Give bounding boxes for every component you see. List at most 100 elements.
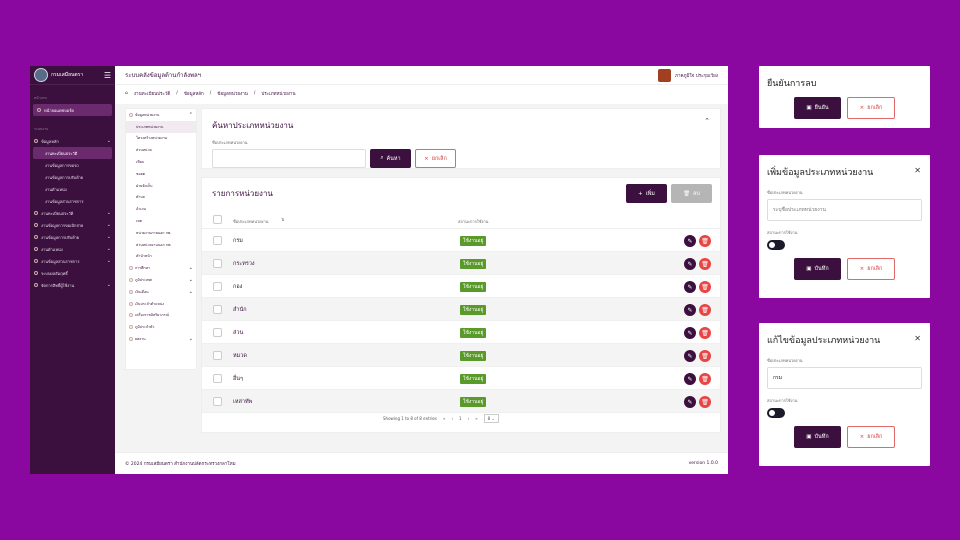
submenu-item[interactable]: ชอยต bbox=[126, 168, 196, 180]
close-icon[interactable]: ✕ bbox=[914, 334, 921, 343]
edit-icon[interactable]: ✎ bbox=[684, 235, 696, 247]
per-page-select[interactable]: 8 ⌄ bbox=[483, 414, 499, 423]
search-input[interactable] bbox=[212, 149, 366, 168]
edit-icon[interactable]: ✎ bbox=[684, 281, 696, 293]
trash-icon[interactable]: 🗑 bbox=[699, 373, 711, 385]
chevron-down-icon: ⌄ bbox=[188, 288, 193, 295]
sidebar-item-performance[interactable]: ระบบผลสัมฤทธิ์ bbox=[30, 267, 115, 279]
status-toggle[interactable] bbox=[767, 408, 785, 418]
submenu-group[interactable]: ยศงาน ⌄ bbox=[126, 333, 196, 345]
prev-page-icon[interactable]: ‹ bbox=[451, 416, 453, 421]
table-row: กรม ใช้งานอยู่ ✎ 🗑 bbox=[202, 229, 720, 252]
breadcrumb-item[interactable]: ข้อมูลหน่วยงาน bbox=[217, 90, 248, 97]
save-button[interactable]: ▣ บันทึก bbox=[794, 258, 841, 280]
search-button[interactable]: ⌕ ค้นหา bbox=[370, 149, 411, 168]
delete-button[interactable]: 🗑 ลบ bbox=[671, 184, 712, 203]
submenu-item[interactable]: ประเภทหน่วยงาน bbox=[126, 120, 196, 133]
sort-icon[interactable]: ⇅ bbox=[281, 217, 284, 222]
edit-icon[interactable]: ✎ bbox=[684, 350, 696, 362]
row-checkbox[interactable] bbox=[213, 328, 222, 337]
name-input[interactable]: กรม bbox=[767, 367, 922, 389]
submenu-group[interactable]: การศึกษา ⌄ bbox=[126, 262, 196, 274]
row-checkbox[interactable] bbox=[213, 351, 222, 360]
sidebar-item-disbursement[interactable]: งานข้อมูลการขอเบิกจ่าย ⌄ bbox=[30, 219, 115, 231]
trash-icon[interactable]: 🗑 bbox=[699, 235, 711, 247]
edit-icon[interactable]: ✎ bbox=[684, 327, 696, 339]
sidebar-subitem-agency[interactable]: งานข้อมูลส่วนราชการ bbox=[30, 195, 115, 207]
submenu-item[interactable]: ส่วนหน่วย bbox=[126, 144, 196, 156]
name-input[interactable]: ระบุชื่อประเภทหน่วยงาน bbox=[767, 199, 922, 221]
sidebar-subitem-transfer[interactable]: งานข้อมูลการปรับย้าย bbox=[30, 171, 115, 183]
status-toggle[interactable] bbox=[767, 240, 785, 250]
trash-icon[interactable]: 🗑 bbox=[699, 281, 711, 293]
chevron-up-icon[interactable]: ⌃ bbox=[704, 117, 710, 125]
sidebar-subitem-car-request[interactable]: งานข้อมูลการขอรถ bbox=[30, 159, 115, 171]
circle-icon bbox=[34, 247, 38, 251]
sidebar-subitem-registry[interactable]: งานทะเบียนประวัติ bbox=[33, 147, 112, 159]
next-page-icon[interactable]: › bbox=[468, 416, 470, 421]
trash-icon[interactable]: 🗑 bbox=[699, 350, 711, 362]
row-checkbox[interactable] bbox=[213, 282, 222, 291]
confirm-button[interactable]: ▣ ยืนยัน bbox=[794, 97, 841, 119]
status-badge: ใช้งานอยู่ bbox=[460, 351, 487, 361]
page-number[interactable]: 1 bbox=[459, 416, 462, 421]
app-name: กรมเสมียนตรา bbox=[51, 72, 84, 78]
sidebar-item-agency[interactable]: งานข้อมูลส่วนราชการ ⌄ bbox=[30, 255, 115, 267]
submenu-group[interactable]: ภูมิประเทศ ⌄ bbox=[126, 274, 196, 286]
sidebar-item-dashboard[interactable]: หน้าจอแดชบอร์ด bbox=[33, 104, 112, 116]
close-icon[interactable]: ✕ bbox=[914, 166, 921, 175]
edit-icon[interactable]: ✎ bbox=[684, 396, 696, 408]
cancel-button[interactable]: × ยกเลิก bbox=[847, 97, 895, 119]
submenu-item[interactable]: อำเภอ bbox=[126, 203, 196, 215]
row-checkbox[interactable] bbox=[213, 305, 222, 314]
last-page-icon[interactable]: » bbox=[475, 416, 477, 421]
cancel-button[interactable]: × ยกเลิก bbox=[847, 426, 895, 448]
select-all-checkbox[interactable] bbox=[213, 215, 222, 224]
trash-icon[interactable]: 🗑 bbox=[699, 327, 711, 339]
submenu-item[interactable]: หน่วยงานภายนอก กพ. bbox=[126, 227, 196, 239]
edit-icon[interactable]: ✎ bbox=[684, 373, 696, 385]
table-row: สำนัก ใช้งานอยู่ ✎ 🗑 bbox=[202, 298, 720, 321]
edit-icon[interactable]: ✎ bbox=[684, 304, 696, 316]
submenu-group[interactable]: เครื่องราชอิสริยาภรณ์ bbox=[126, 310, 196, 322]
submenu-item[interactable]: เขต bbox=[126, 215, 196, 227]
save-button[interactable]: ▣ บันทึก bbox=[794, 426, 841, 448]
circle-icon bbox=[37, 108, 41, 112]
submenu-item[interactable]: โครงสร้างหน่วยงาน bbox=[126, 133, 196, 145]
submenu-item[interactable]: ตำบล bbox=[126, 192, 196, 204]
submenu-item[interactable]: เขียบ bbox=[126, 156, 196, 168]
cancel-button[interactable]: × ยกเลิก bbox=[847, 258, 895, 280]
home-icon[interactable]: ⌂ bbox=[125, 91, 128, 96]
sidebar-subitem-position[interactable]: งานตำแหน่ง bbox=[30, 183, 115, 195]
submenu-group[interactable]: ภูมิประจำตัว bbox=[126, 321, 196, 333]
breadcrumb-item[interactable]: งานทะเบียนประวัติ bbox=[134, 90, 170, 97]
add-button[interactable]: + เพิ่ม bbox=[626, 184, 667, 203]
submenu-group-label: เงินประจำตำแหน่ง bbox=[135, 301, 164, 306]
sidebar-item-permissions[interactable]: จัดการสิทธิ์ผู้ใช้งาน ⌄ bbox=[30, 279, 115, 291]
row-checkbox[interactable] bbox=[213, 259, 222, 268]
trash-icon[interactable]: 🗑 bbox=[699, 304, 711, 316]
sidebar-item-position[interactable]: งานตำแหน่ง ⌄ bbox=[30, 243, 115, 255]
submenu-item[interactable]: คำนำหน้า bbox=[126, 251, 196, 263]
sidebar-item-transfer[interactable]: งานข้อมูลการปรับย้าย ⌄ bbox=[30, 231, 115, 243]
sidebar-item-master-data[interactable]: ข้อมูลหลัก ⌄ bbox=[30, 135, 115, 147]
submenu-group[interactable]: เงินประจำตำแหน่ง bbox=[126, 298, 196, 310]
submenu-item[interactable]: ฝ่ายจัดเก็บ bbox=[126, 180, 196, 192]
submenu-group[interactable]: เงินเดือน ⌄ bbox=[126, 286, 196, 298]
row-checkbox[interactable] bbox=[213, 374, 222, 383]
cancel-button[interactable]: × ยกเลิก bbox=[415, 149, 456, 168]
sidebar-item-registry[interactable]: งานทะเบียนประวัติ ⌄ bbox=[30, 207, 115, 219]
trash-icon[interactable]: 🗑 bbox=[699, 396, 711, 408]
submenu-group[interactable]: ข้อมูลหน่วยงาน ⌃ bbox=[126, 109, 196, 121]
first-page-icon[interactable]: « bbox=[443, 416, 445, 421]
trash-icon[interactable]: 🗑 bbox=[699, 258, 711, 270]
row-checkbox[interactable] bbox=[213, 236, 222, 245]
user-menu[interactable]: ภาคภูมิใจ ประกุมเวียง bbox=[658, 68, 718, 82]
hamburger-icon[interactable]: ☰ bbox=[104, 71, 111, 80]
column-header-name[interactable]: ชื่อประเภทหน่วยงาน bbox=[233, 218, 269, 225]
submenu-item[interactable]: ส่วนหน่วยงานนอก กพ. bbox=[126, 239, 196, 251]
section-label-main: หน้าแรก bbox=[34, 96, 47, 100]
edit-icon[interactable]: ✎ bbox=[684, 258, 696, 270]
row-checkbox[interactable] bbox=[213, 397, 222, 406]
breadcrumb-item[interactable]: ข้อมูลหลัก bbox=[184, 90, 204, 97]
